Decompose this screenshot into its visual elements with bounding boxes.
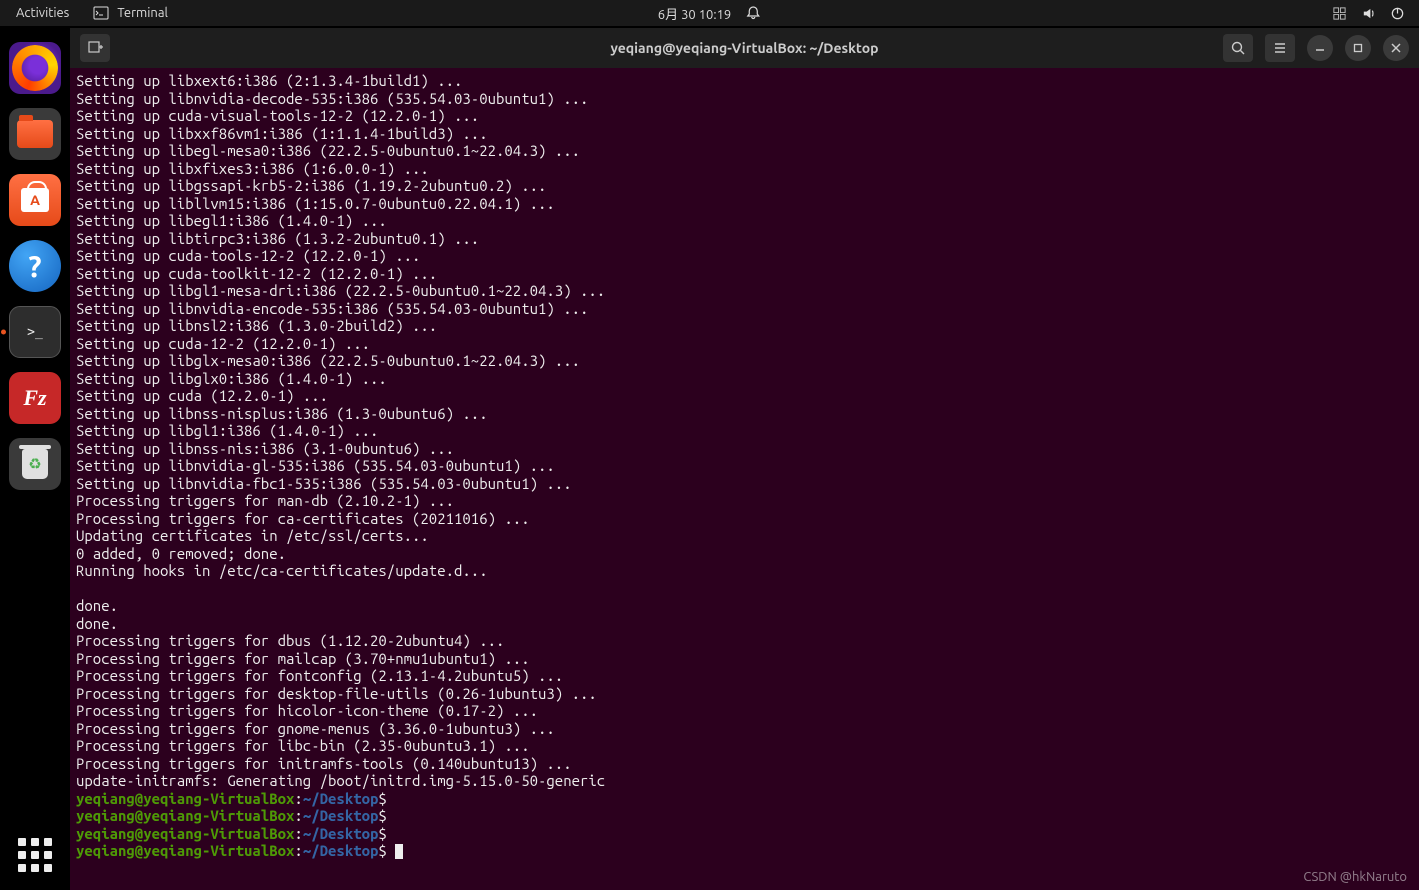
terminal-menu-icon xyxy=(93,5,109,21)
dock: ? >_ Fz xyxy=(0,26,70,890)
close-button[interactable] xyxy=(1383,35,1409,61)
terminal-line: 0 added, 0 removed; done. xyxy=(76,545,1413,563)
dock-terminal[interactable]: >_ xyxy=(9,306,61,358)
clock[interactable]: 6月 30 10:19 xyxy=(658,4,731,23)
trash-icon xyxy=(22,449,48,479)
terminal-line: update-initramfs: Generating /boot/initr… xyxy=(76,772,1413,790)
terminal-line: Setting up libglx0:i386 (1.4.0-1) ... xyxy=(76,370,1413,388)
shopping-bag-icon xyxy=(21,188,49,212)
maximize-button[interactable] xyxy=(1345,35,1371,61)
filezilla-icon: Fz xyxy=(23,385,46,411)
terminal-line: Updating certificates in /etc/ssl/certs.… xyxy=(76,527,1413,545)
terminal-line: Processing triggers for man-db (2.10.2-1… xyxy=(76,492,1413,510)
minimize-button[interactable] xyxy=(1307,35,1333,61)
terminal-line: done. xyxy=(76,615,1413,633)
terminal-line: Setting up libnvidia-fbc1-535:i386 (535.… xyxy=(76,475,1413,493)
app-menu[interactable]: Terminal xyxy=(93,5,168,21)
dock-files[interactable] xyxy=(9,108,61,160)
terminal-prompt-icon: >_ xyxy=(27,325,43,340)
terminal-window: yeqiang@yeqiang-VirtualBox: ~/Desktop Se… xyxy=(70,28,1419,890)
new-tab-button[interactable] xyxy=(80,34,110,62)
folder-icon xyxy=(17,120,53,148)
search-button[interactable] xyxy=(1223,34,1253,62)
terminal-line: Setting up libxfixes3:i386 (1:6.0.0-1) .… xyxy=(76,160,1413,178)
terminal-line: Processing triggers for fontconfig (2.13… xyxy=(76,667,1413,685)
terminal-line: Setting up libnss-nis:i386 (3.1-0ubuntu6… xyxy=(76,440,1413,458)
gnome-top-bar: Activities Terminal 6月 30 10:19 xyxy=(0,0,1419,26)
prompt-userhost: yeqiang@yeqiang-VirtualBox xyxy=(76,807,294,824)
prompt-path: ~/Desktop xyxy=(303,825,379,842)
terminal-line: Processing triggers for hicolor-icon-the… xyxy=(76,702,1413,720)
watermark: CSDN @hkNaruto xyxy=(1303,870,1407,884)
terminal-line: Setting up libgl1-mesa-dri:i386 (22.2.5-… xyxy=(76,282,1413,300)
dock-firefox[interactable] xyxy=(9,42,61,94)
terminal-line: Running hooks in /etc/ca-certificates/up… xyxy=(76,562,1413,580)
prompt-path: ~/Desktop xyxy=(303,842,379,859)
terminal-line: Setting up libnss-nisplus:i386 (1.3-0ubu… xyxy=(76,405,1413,423)
terminal-output[interactable]: Setting up libxext6:i386 (2:1.3.4-1build… xyxy=(70,68,1419,890)
terminal-line: Setting up libnvidia-decode-535:i386 (53… xyxy=(76,90,1413,108)
prompt-line: yeqiang@yeqiang-VirtualBox:~/Desktop$ xyxy=(76,807,1413,825)
terminal-line xyxy=(76,580,1413,598)
dock-trash[interactable] xyxy=(9,438,61,490)
prompt-path: ~/Desktop xyxy=(303,807,379,824)
prompt-userhost: yeqiang@yeqiang-VirtualBox xyxy=(76,790,294,807)
power-icon[interactable] xyxy=(1390,6,1405,21)
notification-bell-icon[interactable] xyxy=(745,5,761,21)
terminal-line: Setting up libgssapi-krb5-2:i386 (1.19.2… xyxy=(76,177,1413,195)
terminal-line: Processing triggers for dbus (1.12.20-2u… xyxy=(76,632,1413,650)
terminal-line: Setting up cuda (12.2.0-1) ... xyxy=(76,387,1413,405)
prompt-line: yeqiang@yeqiang-VirtualBox:~/Desktop$ xyxy=(76,842,1413,860)
prompt-userhost: yeqiang@yeqiang-VirtualBox xyxy=(76,842,294,859)
terminal-line: Setting up libxext6:i386 (2:1.3.4-1build… xyxy=(76,72,1413,90)
terminal-line: Setting up libnsl2:i386 (1.3.0-2build2) … xyxy=(76,317,1413,335)
terminal-line: Setting up libnvidia-gl-535:i386 (535.54… xyxy=(76,457,1413,475)
terminal-line: Setting up libtirpc3:i386 (1.3.2-2ubuntu… xyxy=(76,230,1413,248)
terminal-line: Processing triggers for ca-certificates … xyxy=(76,510,1413,528)
window-title: yeqiang@yeqiang-VirtualBox: ~/Desktop xyxy=(610,40,878,56)
terminal-line: Setting up libxxf86vm1:i386 (1:1.1.4-1bu… xyxy=(76,125,1413,143)
prompt-line: yeqiang@yeqiang-VirtualBox:~/Desktop$ xyxy=(76,825,1413,843)
question-icon: ? xyxy=(28,249,41,283)
window-titlebar: yeqiang@yeqiang-VirtualBox: ~/Desktop xyxy=(70,28,1419,68)
new-tab-icon xyxy=(87,40,103,56)
app-menu-label: Terminal xyxy=(117,6,168,20)
prompt-line: yeqiang@yeqiang-VirtualBox:~/Desktop$ xyxy=(76,790,1413,808)
terminal-line: Setting up libglx-mesa0:i386 (22.2.5-0ub… xyxy=(76,352,1413,370)
hamburger-menu-button[interactable] xyxy=(1265,34,1295,62)
prompt-path: ~/Desktop xyxy=(303,790,379,807)
terminal-line: Processing triggers for mailcap (3.70+nm… xyxy=(76,650,1413,668)
minimize-icon xyxy=(1315,43,1325,53)
close-icon xyxy=(1391,43,1401,53)
terminal-line: Processing triggers for initramfs-tools … xyxy=(76,755,1413,773)
prompt-userhost: yeqiang@yeqiang-VirtualBox xyxy=(76,825,294,842)
terminal-line: Setting up libgl1:i386 (1.4.0-1) ... xyxy=(76,422,1413,440)
terminal-line: Setting up cuda-12-2 (12.2.0-1) ... xyxy=(76,335,1413,353)
search-icon xyxy=(1230,40,1246,56)
terminal-line: Setting up cuda-toolkit-12-2 (12.2.0-1) … xyxy=(76,265,1413,283)
volume-icon[interactable] xyxy=(1361,6,1376,21)
dock-help[interactable]: ? xyxy=(9,240,61,292)
dock-software[interactable] xyxy=(9,174,61,226)
maximize-icon xyxy=(1353,43,1363,53)
terminal-line: Setting up libnvidia-encode-535:i386 (53… xyxy=(76,300,1413,318)
network-icon[interactable] xyxy=(1332,6,1347,21)
terminal-line: Processing triggers for desktop-file-uti… xyxy=(76,685,1413,703)
hamburger-icon xyxy=(1272,40,1288,56)
dock-filezilla[interactable]: Fz xyxy=(9,372,61,424)
terminal-line: Processing triggers for libc-bin (2.35-0… xyxy=(76,737,1413,755)
terminal-line: done. xyxy=(76,597,1413,615)
terminal-line: Processing triggers for gnome-menus (3.3… xyxy=(76,720,1413,738)
terminal-line: Setting up cuda-tools-12-2 (12.2.0-1) ..… xyxy=(76,247,1413,265)
terminal-line: Setting up libegl-mesa0:i386 (22.2.5-0ub… xyxy=(76,142,1413,160)
activities-button[interactable]: Activities xyxy=(16,6,69,20)
terminal-line: Setting up libegl1:i386 (1.4.0-1) ... xyxy=(76,212,1413,230)
firefox-icon xyxy=(12,45,58,91)
terminal-line: Setting up cuda-visual-tools-12-2 (12.2.… xyxy=(76,107,1413,125)
terminal-line: Setting up libllvm15:i386 (1:15.0.7-0ubu… xyxy=(76,195,1413,213)
show-applications-button[interactable] xyxy=(18,838,52,872)
cursor xyxy=(395,844,403,859)
